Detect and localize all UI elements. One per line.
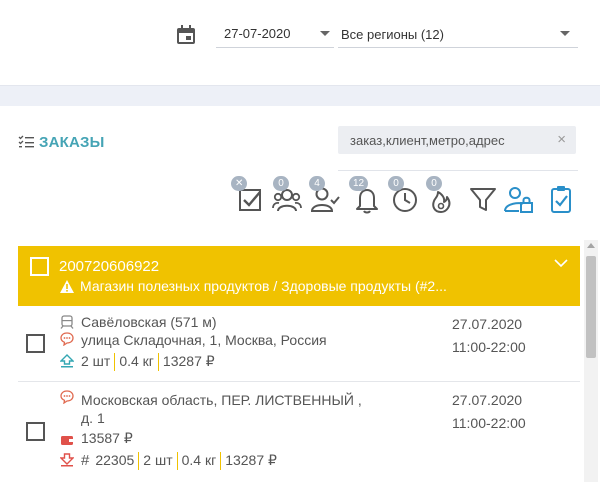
warning-icon [60, 280, 74, 293]
clear-search-icon[interactable]: × [557, 131, 566, 148]
group-shop-name: Магазин полезных продуктов / Здоровые пр… [80, 278, 447, 294]
order-row[interactable]: Савёловская (571 м) улица Складочная, 1,… [18, 306, 580, 382]
toolbar-badge: 0 [273, 176, 289, 191]
order-meta: # 22305 2 шт 0.4 кг 13287 ₽ [81, 452, 277, 470]
order-checkbox[interactable] [26, 422, 45, 441]
search-input[interactable]: заказ,клиент,метро,адрес × [338, 126, 576, 154]
order-checkbox[interactable] [26, 334, 45, 353]
divider [338, 170, 578, 171]
order-address: улица Складочная, 1, Москва, Россия [81, 332, 327, 348]
order-time: 11:00-22:00 [452, 339, 526, 355]
group-checkbox[interactable] [30, 257, 49, 276]
separator [176, 452, 178, 470]
separator [114, 353, 116, 371]
hash-icon: # [81, 452, 90, 469]
pickup-arrow-up-icon [60, 354, 74, 368]
date-value: 27-07-2020 [224, 26, 291, 41]
metro-station: Савёловская (571 м) [81, 314, 217, 330]
order-address: Московская область, ПЕР. ЛИСТВЕННЫЙ , [81, 392, 362, 408]
order-weight: 0.4 кг [181, 452, 217, 468]
section-header: ЗАКАЗЫ [18, 133, 105, 151]
locked-users-button[interactable] [504, 184, 534, 214]
order-number: 22305 [95, 452, 135, 468]
orders-list: 200720606922 Магазин полезных продуктов … [18, 246, 580, 482]
user-lock-icon [504, 187, 533, 213]
region-select[interactable]: Все регионы (12) [338, 18, 578, 48]
order-time: 11:00-22:00 [452, 415, 526, 431]
orders-panel: ЗАКАЗЫ заказ,клиент,метро,адрес × ✕ 0 4 [0, 106, 600, 482]
checklist-icon [18, 135, 34, 148]
page-title: ЗАКАЗЫ [39, 133, 105, 151]
scroll-up-arrow-icon[interactable] [587, 243, 595, 248]
region-value: Все регионы (12) [341, 27, 444, 42]
order-group-header[interactable]: 200720606922 Магазин полезных продуктов … [18, 246, 580, 306]
order-date: 27.07.2020 [452, 392, 523, 408]
order-address-cont: д. 1 [81, 410, 105, 426]
chevron-down-icon [560, 31, 570, 36]
scrollbar-thumb[interactable] [586, 256, 596, 358]
clipboard-button[interactable] [546, 184, 576, 214]
clipboard-check-icon [551, 186, 571, 213]
chevron-down-icon [320, 31, 330, 36]
filter-button[interactable] [468, 184, 498, 214]
metro-train-icon [60, 315, 74, 329]
order-weight: 0.4 кг [119, 353, 154, 369]
date-select[interactable]: 27-07-2020 [216, 18, 334, 48]
order-row[interactable]: Московская область, ПЕР. ЛИСТВЕННЫЙ , д.… [18, 382, 580, 482]
comment-icon [60, 332, 74, 346]
chevron-down-icon[interactable] [554, 258, 568, 268]
delivery-arrow-down-icon [60, 453, 74, 467]
separator [138, 452, 140, 470]
order-quantity: 2 шт [143, 452, 173, 468]
order-sum: 13287 ₽ [225, 452, 277, 468]
order-meta: 2 шт 0.4 кг 13287 ₽ [81, 353, 215, 371]
order-date: 27.07.2020 [452, 316, 523, 332]
separator [220, 452, 222, 470]
toolbar-badge: 4 [309, 176, 325, 191]
order-payment: 13587 ₽ [81, 430, 133, 446]
comment-icon [60, 390, 74, 404]
order-sum: 13287 ₽ [162, 353, 215, 369]
toolbar-badge: 12 [349, 176, 369, 191]
group-order-number: 200720606922 [59, 258, 160, 275]
calendar-icon[interactable] [176, 25, 196, 45]
search-placeholder: заказ,клиент,метро,адрес [350, 133, 505, 148]
separator [157, 353, 159, 371]
top-filter-bar: 27-07-2020 Все регионы (12) [0, 0, 600, 86]
wallet-icon [61, 436, 73, 445]
filter-icon [470, 188, 496, 211]
order-quantity: 2 шт [81, 353, 111, 369]
toolbar-badge: 0 [426, 176, 442, 191]
toolbar-badge: 0 [388, 176, 404, 191]
